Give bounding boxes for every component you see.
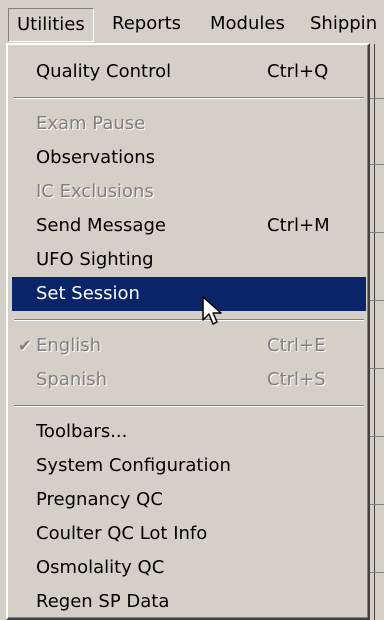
menu-item-toolbars[interactable]: Toolbars... [12,415,366,449]
menu-item-pregnancy-qc[interactable]: Pregnancy QC [12,483,366,517]
menu-item-label: UFO Sighting [36,249,154,270]
menu-shipping[interactable]: Shippin [302,8,384,42]
menu-item-exam-pause[interactable]: Exam Pause [12,107,366,141]
background-grid-line [370,164,384,165]
menu-item-shortcut: Ctrl+M [267,215,330,236]
menu-utilities-label: Utilities [17,14,85,35]
checkmark-icon: ✔ [18,336,32,355]
menu-item-label: System Configuration [36,455,231,476]
menu-item-label: Quality Control [36,61,172,82]
menu-utilities[interactable]: Utilities [8,8,94,42]
background-grid-line [370,232,384,233]
menu-modules-label: Modules [210,13,285,34]
background-grid-line [370,504,384,505]
menu-shipping-label: Shippin [310,13,378,34]
background-window-edge [370,44,384,620]
menu-item-regen-sp-data[interactable]: Regen SP Data [12,585,366,619]
menu-item-label: Regen SP Data [36,591,170,612]
background-grid-line [370,98,384,99]
menu-item-label: English [36,335,101,356]
menu-item-label: Set Session [36,283,140,304]
menu-item-label: Coulter QC Lot Info [36,523,208,544]
menu-reports[interactable]: Reports [104,8,189,42]
menu-item-label: Pregnancy QC [36,489,163,510]
menu-separator [14,319,364,321]
background-window-border [374,44,375,620]
menu-item-osmolality-qc[interactable]: Osmolality QC [12,551,366,585]
menu-item-label: Osmolality QC [36,557,165,578]
menu-item-set-session[interactable]: Set Session [12,277,366,311]
background-grid-line [370,436,384,437]
background-grid-line [370,300,384,301]
menu-item-ic-exclusions[interactable]: IC Exclusions [12,175,366,209]
menu-item-label: Exam Pause [36,113,146,134]
menu-item-ufo-sighting[interactable]: UFO Sighting [12,243,366,277]
menu-item-send-message[interactable]: Send Message Ctrl+M [12,209,366,243]
menu-item-shortcut: Ctrl+Q [267,61,329,82]
menu-item-shortcut: Ctrl+S [267,369,326,390]
menu-item-label: Toolbars... [36,421,128,442]
menu-item-spanish[interactable]: Spanish Ctrl+S [12,363,366,397]
menu-bar: Utilities Reports Modules Shippin [0,0,384,44]
utilities-dropdown-menu: Quality Control Ctrl+Q Exam Pause Observ… [6,43,370,620]
menu-item-observations[interactable]: Observations [12,141,366,175]
menu-item-english[interactable]: ✔ English Ctrl+E [12,329,366,363]
menu-item-label: Spanish [36,369,108,390]
menu-item-label: Observations [36,147,155,168]
menu-item-coulter-qc-lot-info[interactable]: Coulter QC Lot Info [12,517,366,551]
menu-item-quality-control[interactable]: Quality Control Ctrl+Q [12,55,366,89]
menu-separator [14,97,364,99]
menu-item-system-configuration[interactable]: System Configuration [12,449,366,483]
menu-item-label: IC Exclusions [36,181,154,202]
menu-item-shortcut: Ctrl+E [267,335,326,356]
menu-separator [14,405,364,407]
menu-reports-label: Reports [112,13,182,34]
menu-modules[interactable]: Modules [202,8,293,42]
menu-item-label: Send Message [36,215,166,236]
background-grid-line [370,572,384,573]
mouse-pointer-icon [202,296,222,325]
background-grid-line [370,368,384,369]
